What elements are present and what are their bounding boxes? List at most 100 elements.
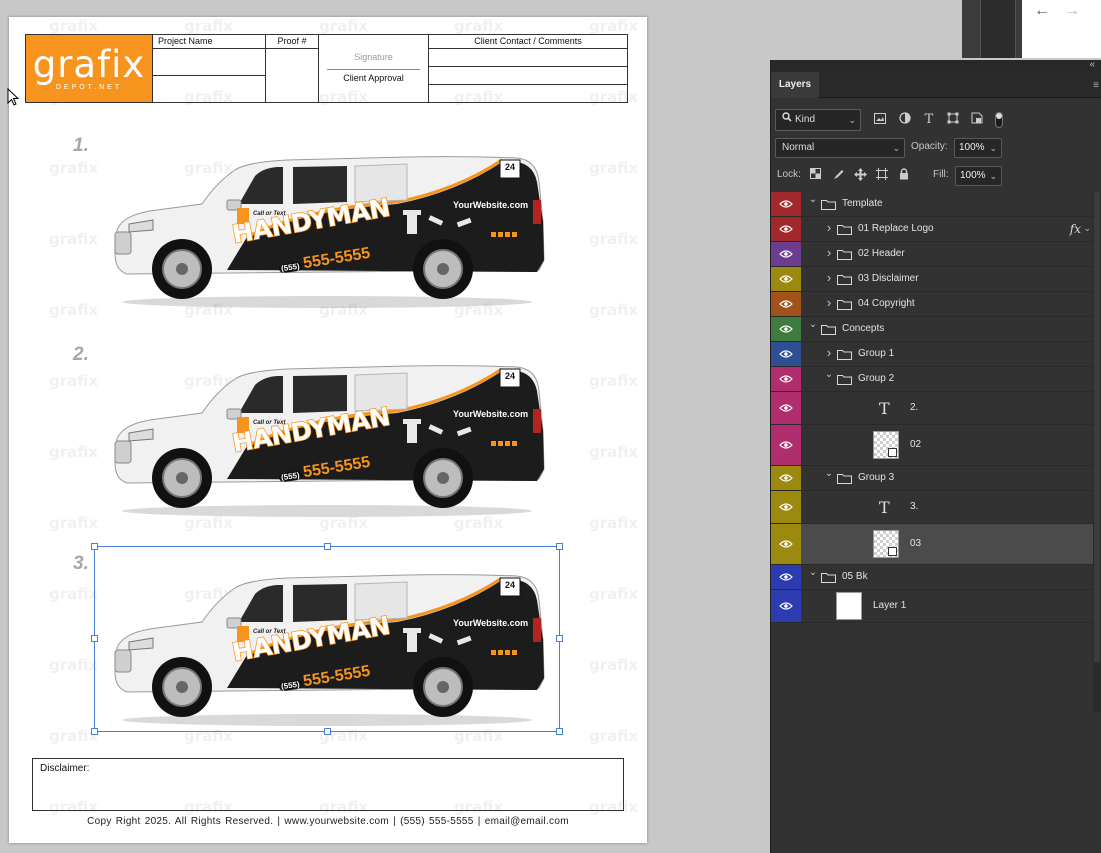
tab-layers[interactable]: Layers — [771, 72, 819, 98]
chevron-down-icon[interactable]: ⌄ — [808, 194, 818, 205]
folder-icon — [837, 299, 852, 310]
layer-filter-row: Kind ⌄ T — [775, 109, 1101, 131]
visibility-toggle[interactable] — [771, 590, 801, 622]
eye-icon — [779, 375, 793, 383]
smart-object-filter-icon[interactable] — [969, 112, 985, 128]
chevron-right-icon[interactable]: › — [824, 245, 834, 260]
adjustment-filter-icon[interactable] — [897, 112, 913, 128]
panel-menu-icon[interactable]: ≡ — [1093, 80, 1099, 91]
truck-mockup-1[interactable]: HANDYMAN (555) 555-5555 YourWebsite.com Call… — [107, 142, 547, 312]
visibility-toggle[interactable] — [771, 367, 801, 391]
layer-row[interactable]: T 3. — [771, 491, 1093, 524]
lock-artboard-icon[interactable] — [876, 168, 888, 183]
folder-icon — [821, 572, 836, 583]
lock-position-icon[interactable] — [854, 168, 867, 184]
chevron-right-icon[interactable]: › — [824, 270, 834, 285]
client-approval-column: Signature Client Approval — [318, 35, 428, 102]
back-arrow-icon[interactable]: ← — [1034, 2, 1050, 20]
fx-icon[interactable]: fx — [1070, 222, 1081, 236]
eye-icon — [779, 250, 793, 258]
watermark-text: grafix — [184, 17, 234, 35]
layer-row[interactable]: › Group 1 — [771, 342, 1093, 367]
disclaimer-box: Disclaimer: — [32, 758, 624, 811]
collapse-panel-icon[interactable]: « — [1089, 59, 1095, 70]
lock-image-pixels-icon[interactable] — [833, 168, 845, 183]
visibility-toggle[interactable] — [771, 491, 801, 523]
proof-column: Proof # — [265, 35, 318, 102]
layer-row[interactable]: 03 — [771, 524, 1093, 565]
layer-name: Group 3 — [858, 472, 895, 483]
panel-title-bar: « — [771, 59, 1101, 72]
eye-icon — [779, 441, 793, 449]
visibility-toggle[interactable] — [771, 466, 801, 490]
chevron-down-icon[interactable]: ⌄ — [1083, 223, 1091, 234]
filter-kind-select[interactable]: Kind ⌄ — [775, 109, 861, 131]
visibility-toggle[interactable] — [771, 267, 801, 291]
truck-mockup-2[interactable]: HANDYMAN (555) 555-5555 YourWebsite.com Call… — [107, 351, 547, 521]
filter-kind-label: Kind — [795, 114, 816, 125]
truck-mockup-3[interactable]: HANDYMAN (555) 555-5555 YourWebsite.com Call… — [107, 560, 547, 730]
chevron-right-icon[interactable]: › — [824, 295, 834, 310]
visibility-toggle[interactable] — [771, 242, 801, 266]
client-contact-label: Client Contact / Comments — [429, 35, 627, 49]
client-approval-label: Client Approval — [343, 73, 404, 83]
layer-row[interactable]: 02 — [771, 425, 1093, 466]
layer-row[interactable]: Layer 1 — [771, 590, 1093, 623]
visibility-toggle[interactable] — [771, 392, 801, 424]
layer-row[interactable]: T 2. — [771, 392, 1093, 425]
layer-row[interactable]: ⌄ 05 Bk — [771, 565, 1093, 590]
visibility-toggle[interactable] — [771, 317, 801, 341]
opacity-input[interactable]: 100% ⌄ — [954, 138, 1002, 158]
layer-row[interactable]: ⌄ Group 3 — [771, 466, 1093, 491]
lock-transparent-pixels-icon[interactable] — [810, 168, 821, 182]
layer-row[interactable]: › 03 Disclaimer — [771, 267, 1093, 292]
visibility-toggle[interactable] — [771, 565, 801, 589]
layer-row[interactable]: ⌄ Group 2 — [771, 367, 1093, 392]
visibility-toggle[interactable] — [771, 425, 801, 465]
watermark-text: grafix — [49, 372, 99, 390]
layer-name: Template — [842, 198, 883, 209]
eye-icon — [779, 300, 793, 308]
eye-icon — [779, 225, 793, 233]
layer-row[interactable]: › 02 Header — [771, 242, 1093, 267]
layer-row[interactable]: ⌄ Concepts — [771, 317, 1093, 342]
visibility-toggle[interactable] — [771, 217, 801, 241]
chevron-down-icon[interactable]: ⌄ — [808, 567, 818, 578]
blend-mode-value: Normal — [782, 142, 815, 153]
type-filter-icon[interactable]: T — [921, 112, 937, 128]
watermark-text: grafix — [49, 159, 99, 177]
truck-wrap-call-text: Call or Text — [253, 420, 286, 426]
visibility-toggle[interactable] — [771, 292, 801, 316]
truck-wrap-website: YourWebsite.com — [453, 618, 529, 628]
folder-icon — [837, 473, 852, 484]
logo-subtext: DEPOT.NET — [55, 83, 123, 91]
chevron-right-icon[interactable]: › — [824, 345, 834, 360]
layer-row[interactable]: › 01 Replace Logo fx ⌄ — [771, 217, 1093, 242]
blend-mode-select[interactable]: Normal ⌄ — [775, 138, 905, 158]
layer-row[interactable]: › 04 Copyright — [771, 292, 1093, 317]
watermark-text: grafix — [589, 230, 639, 248]
pixel-filter-icon[interactable] — [872, 112, 888, 128]
chevron-down-icon[interactable]: ⌄ — [824, 369, 834, 380]
forward-arrow-icon[interactable]: → — [1064, 2, 1080, 20]
dock-slot — [980, 0, 1016, 58]
layer-list-scrollbar[interactable] — [1093, 192, 1101, 712]
project-name-row — [153, 49, 265, 76]
visibility-toggle[interactable] — [771, 524, 801, 564]
grafix-logo: grafix DEPOT.NET — [26, 35, 152, 102]
visibility-toggle[interactable] — [771, 342, 801, 366]
scrollbar-thumb[interactable] — [1094, 192, 1100, 662]
layer-row[interactable]: ⌄ Template — [771, 192, 1093, 217]
watermark-text: grafix — [49, 514, 99, 532]
fill-input[interactable]: 100% ⌄ — [955, 166, 1002, 186]
visibility-toggle[interactable] — [771, 192, 801, 216]
document-canvas[interactable]: grafix grafix grafix grafix grafix grafix graf… — [9, 17, 647, 843]
lock-all-icon[interactable] — [899, 168, 909, 183]
shape-filter-icon[interactable] — [945, 112, 961, 128]
chevron-down-icon: ⌄ — [848, 115, 856, 125]
chevron-right-icon[interactable]: › — [824, 220, 834, 235]
chevron-down-icon[interactable]: ⌄ — [808, 319, 818, 330]
chevron-down-icon[interactable]: ⌄ — [824, 468, 834, 479]
lock-row: Lock: Fill: 100% ⌄ — [775, 166, 1101, 186]
filter-toggle-icon[interactable] — [991, 112, 1007, 128]
